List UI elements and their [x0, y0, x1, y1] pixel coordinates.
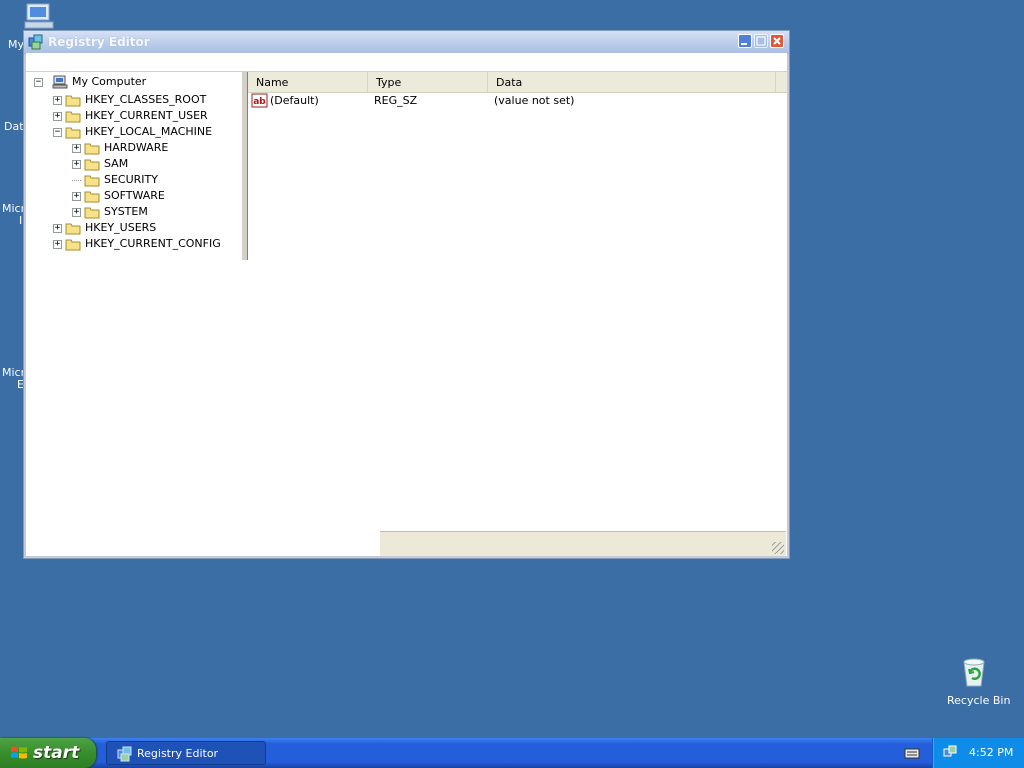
tree-node-sam[interactable]: + SAM	[26, 156, 236, 172]
column-header-type[interactable]: Type	[368, 72, 488, 92]
taskbar: start Registry Editor 4:52 PM	[0, 738, 1024, 768]
my-computer-icon	[24, 3, 54, 29]
list-header: Name Type Data	[248, 72, 787, 93]
tree-node-hkey-current-config[interactable]: + HKEY_CURRENT_CONFIG	[26, 236, 236, 252]
tree-node-hkey-current-user[interactable]: + HKEY_CURRENT_USER	[26, 108, 236, 124]
close-icon	[773, 37, 781, 45]
value-type: REG_SZ	[374, 94, 418, 107]
registry-editor-icon	[28, 34, 43, 50]
expand-icon[interactable]: +	[53, 112, 62, 121]
tree-node-hkey-users[interactable]: + HKEY_USERS	[26, 220, 236, 236]
start-button[interactable]: start	[0, 738, 96, 768]
folder-icon	[65, 95, 81, 107]
expand-icon[interactable]: +	[72, 160, 81, 169]
title-bar[interactable]: Registry Editor	[24, 31, 789, 54]
string-value-icon-text: ab	[253, 97, 266, 107]
windows-logo-icon	[11, 746, 27, 759]
minimize-icon	[741, 43, 747, 45]
folder-icon	[84, 191, 100, 203]
maximize-icon	[756, 36, 766, 46]
maximize-button[interactable]	[754, 34, 768, 48]
value-name: (Default)	[270, 94, 319, 107]
desktop-icon-label[interactable]: Dat	[4, 120, 24, 133]
tree-node-security[interactable]: SECURITY	[26, 172, 236, 188]
column-header-name[interactable]: Name	[248, 72, 368, 92]
tree-node-my-computer[interactable]: − My Computer	[26, 74, 236, 90]
registry-editor-icon	[117, 746, 132, 762]
folder-icon	[84, 207, 100, 219]
pane-splitter[interactable]	[241, 72, 248, 260]
recycle-bin-icon	[963, 658, 985, 687]
resize-grip[interactable]	[772, 542, 784, 554]
keyboard-icon[interactable]	[904, 747, 920, 759]
tree-node-label: SAM	[104, 157, 129, 170]
expand-icon[interactable]: +	[72, 144, 81, 153]
tree-node-label: SYSTEM	[104, 205, 148, 218]
tree-node-software[interactable]: + SOFTWARE	[26, 188, 236, 204]
tree-node-label: SECURITY	[104, 173, 158, 186]
status-bar	[380, 531, 786, 556]
folder-icon	[65, 239, 81, 251]
tree-node-label: HKEY_CURRENT_USER	[85, 109, 208, 122]
value-data: (value not set)	[494, 94, 575, 107]
tree-node-label: HKEY_CLASSES_ROOT	[85, 93, 207, 106]
expand-icon[interactable]: +	[72, 192, 81, 201]
registry-editor-window[interactable]: Registry Editor − My Computer + HKEY_CLAS…	[23, 30, 790, 559]
registry-tree[interactable]: − My Computer + HKEY_CLASSES_ROOT + HKEY_CU…	[26, 72, 240, 260]
expand-icon[interactable]: +	[53, 96, 62, 105]
collapse-icon[interactable]: −	[34, 78, 43, 87]
expand-icon[interactable]: +	[72, 208, 81, 217]
tree-node-label: SOFTWARE	[104, 189, 165, 202]
taskbar-button-registry-editor[interactable]: Registry Editor	[106, 741, 266, 765]
tree-node-hkey-classes-root[interactable]: + HKEY_CLASSES_ROOT	[26, 92, 236, 108]
window-title: Registry Editor	[48, 35, 150, 49]
tree-node-label: HKEY_CURRENT_CONFIG	[85, 237, 221, 250]
recycle-bin-label: Recycle Bin	[947, 694, 1011, 707]
clock[interactable]: 4:52 PM	[969, 746, 1013, 759]
tree-node-system[interactable]: + SYSTEM	[26, 204, 236, 220]
expand-icon[interactable]: +	[53, 240, 62, 249]
minimize-button[interactable]	[738, 34, 752, 48]
tree-node-hardware[interactable]: + HARDWARE	[26, 140, 236, 156]
tree-node-hkey-local-machine[interactable]: − HKEY_LOCAL_MACHINE	[26, 124, 236, 140]
menu-bar	[26, 53, 787, 72]
string-value-icon: ab	[251, 93, 268, 108]
tree-node-label: HKEY_USERS	[85, 221, 157, 234]
taskbar-button-label: Registry Editor	[137, 747, 219, 760]
network-icon[interactable]	[943, 745, 959, 761]
values-list[interactable]: Name Type Data ab (Default) REG_SZ (valu…	[248, 72, 787, 552]
expand-icon[interactable]: +	[53, 224, 62, 233]
close-button[interactable]	[770, 34, 784, 48]
system-tray: 4:52 PM	[932, 738, 1024, 768]
column-header-data[interactable]: Data	[488, 72, 776, 92]
desktop-icon-label: My	[8, 38, 25, 51]
tree-connector	[72, 180, 81, 181]
folder-icon	[65, 223, 81, 235]
folder-icon	[84, 159, 100, 171]
tree-node-label: HARDWARE	[104, 141, 169, 154]
collapse-icon[interactable]: −	[53, 128, 62, 137]
folder-icon	[84, 175, 100, 187]
folder-icon	[65, 127, 81, 139]
desktop-icon-label: I	[19, 214, 23, 227]
start-label: start	[33, 743, 80, 763]
tree-node-label: My Computer	[72, 75, 147, 88]
tree-node-label: HKEY_LOCAL_MACHINE	[85, 125, 213, 138]
folder-icon	[84, 143, 100, 155]
computer-icon	[52, 75, 68, 89]
folder-icon	[65, 111, 81, 123]
